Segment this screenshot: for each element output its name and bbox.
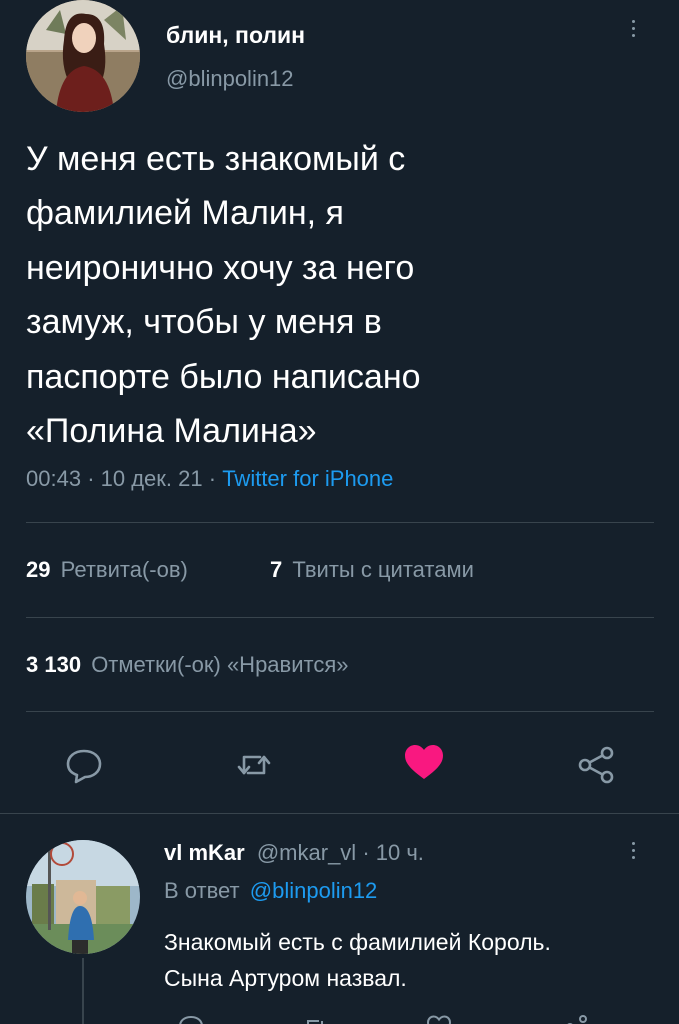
tweet-text: У меня есть знакомый с фамилией Малин, я… [26,132,421,458]
meta-separator: · [87,466,101,491]
divider [26,711,654,712]
tweet-source[interactable]: Twitter for iPhone [222,466,393,491]
divider [26,522,654,523]
author-avatar[interactable] [26,0,140,112]
reply-retweet-icon[interactable] [302,1014,328,1024]
reply-author-name[interactable]: vl mKar [164,840,245,865]
reply-text-line: Сына Артуром назвал. [164,965,407,991]
tweet-text-line: фамилией Малин, я [26,194,344,233]
like-button[interactable] [396,735,452,791]
divider [26,617,654,618]
tweet-date[interactable]: 10 дек. 21 [101,466,203,491]
reply-to-prefix: В ответ [164,878,240,903]
tweet-text-line: неиронично хочу за него [26,248,415,287]
like-icon [405,745,443,779]
author-handle[interactable]: @blinpolin12 [166,66,294,92]
reply-avatar[interactable] [26,840,140,954]
reply-button[interactable] [56,737,112,793]
tweet-text-line: замуж, чтобы у меня в [26,303,382,342]
tweet-text-line: У меня есть знакомый с [26,140,406,178]
reply-author-handle[interactable]: @mkar_vl [257,840,356,865]
likes-count: 3 130 [26,652,82,677]
retweet-button[interactable] [226,737,282,793]
reply-vertical-line [82,958,84,1024]
retweet-stats[interactable]: 29 Ретвита(-ов) [26,557,188,583]
tweet-text-line: «Полина Малина» [26,412,317,451]
meta-separator: · [362,840,376,865]
quotes-count: 7 [270,557,283,582]
reply-reply-icon[interactable] [178,1014,204,1024]
meta-separator: · [208,466,223,491]
reply-text: Знакомый есть с фамилией Король. Сына Ар… [164,924,551,996]
quotes-label: Твиты с цитатами [292,557,474,582]
likes-label: Отметки(-ок) «Нравится» [91,652,349,677]
reply-header: vl mKar @mkar_vl · 10 ч. [164,840,424,866]
reply-icon [66,749,102,784]
reply-age[interactable]: 10 ч. [376,840,424,865]
tweet-text-line: паспорте было написано [26,357,421,396]
reply-to-handle[interactable]: @blinpolin12 [250,878,378,903]
like-stats[interactable]: 3 130 Отметки(-ок) «Нравится» [26,652,349,678]
author-name[interactable]: блин, полин [166,22,305,49]
share-icon [578,746,614,784]
retweets-count: 29 [26,557,51,582]
tweet-meta: 00:43 · 10 дек. 21 · Twitter for iPhone [26,466,393,492]
reply-to: В ответ @blinpolin12 [164,878,377,904]
reply-text-line: Знакомый есть с фамилией Король. [164,929,551,955]
quote-stats[interactable]: 7 Твиты с цитатами [270,557,474,583]
more-icon[interactable] [630,20,636,37]
reply-share-icon[interactable] [564,1014,590,1024]
tweet-time[interactable]: 00:43 [26,466,81,491]
retweets-label: Ретвита(-ов) [60,557,188,582]
share-button[interactable] [568,737,624,793]
section-divider [0,813,679,814]
reply-like-icon[interactable] [426,1014,452,1024]
more-icon[interactable] [630,842,636,859]
retweet-icon [237,755,271,775]
